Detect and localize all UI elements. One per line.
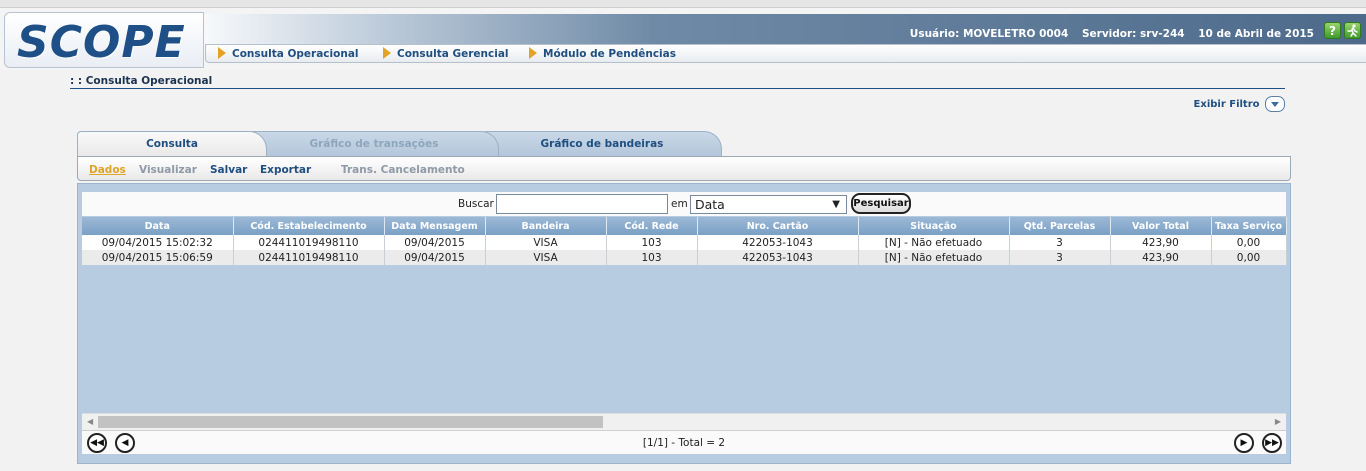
user-label: Usuário: MOVELETRO 0004 — [909, 28, 1069, 40]
dropdown-arrow-icon: ▼ — [832, 199, 840, 210]
column-header-cod-rede[interactable]: Cód. Rede — [606, 217, 698, 235]
column-header-data[interactable]: Data — [82, 217, 234, 235]
table-cell: [N] - Não efetuado — [858, 235, 1010, 250]
subtab-dados[interactable]: Dados — [89, 164, 126, 176]
table-cell: 024411019498110 — [233, 250, 385, 265]
right-arrow-icon: ▶ — [1240, 438, 1248, 448]
menu-label: Consulta Operacional — [232, 48, 359, 60]
scrollbar-thumb[interactable] — [98, 416, 603, 428]
tab-grafico-transacoes: Gráfico de transações — [249, 131, 499, 156]
table-cell: 3 — [1009, 235, 1111, 250]
menu-arrow-icon — [529, 47, 537, 59]
table-cell: 3 — [1009, 250, 1111, 265]
table-header-row: Data Cód. Estabelecimento Data Mensagem … — [82, 217, 1287, 235]
tab-consulta[interactable]: Consulta — [77, 131, 267, 156]
column-header-valor-total[interactable]: Valor Total — [1110, 217, 1212, 235]
table-cell: 103 — [606, 235, 698, 250]
column-header-taxa-servico[interactable]: Taxa Serviço — [1211, 217, 1287, 235]
subtab-salvar[interactable]: Salvar — [210, 164, 247, 176]
search-field-select[interactable]: Data ▼ — [690, 195, 847, 214]
user-info: Usuário: MOVELETRO 0004 Servidor: srv-24… — [900, 28, 1314, 40]
date-label: 10 de Abril de 2015 — [1198, 28, 1314, 40]
menu-arrow-icon — [383, 47, 391, 59]
subtab-trans-cancelamento: Trans. Cancelamento — [341, 164, 465, 176]
table-cell: [N] - Não efetuado — [858, 250, 1010, 265]
menu-label: Módulo de Pendências — [543, 48, 676, 60]
column-header-qtd-parcelas[interactable]: Qtd. Parcelas — [1009, 217, 1111, 235]
next-page-button[interactable]: ▶ — [1234, 433, 1254, 453]
column-header-bandeira[interactable]: Bandeira — [485, 217, 607, 235]
table-cell: VISA — [485, 250, 607, 265]
search-row: Buscar em Data ▼ Pesquisar — [82, 192, 1286, 216]
column-header-cod-estabelecimento[interactable]: Cód. Estabelecimento — [233, 217, 385, 235]
table-cell: VISA — [485, 235, 607, 250]
table-cell: 024411019498110 — [233, 235, 385, 250]
table-cell: 09/04/2015 — [384, 235, 486, 250]
menu-consulta-gerencial[interactable]: Consulta Gerencial — [383, 47, 509, 60]
search-input[interactable] — [496, 194, 668, 214]
search-button[interactable]: Pesquisar — [851, 193, 911, 214]
last-page-button[interactable]: ▶▶ — [1262, 433, 1282, 453]
table-cell: 103 — [606, 250, 698, 265]
subtab-visualizar: Visualizar — [139, 164, 197, 176]
pagination-bar: ◀◀ ◀ [1/1] - Total = 2 ▶ ▶▶ — [82, 430, 1286, 454]
menu-consulta-operacional[interactable]: Consulta Operacional — [218, 47, 359, 60]
table-cell: 0,00 — [1211, 235, 1287, 250]
show-filter-label: Exibir Filtro — [1193, 99, 1260, 110]
table-cell: 422053-1043 — [697, 250, 859, 265]
table-cell: 423,90 — [1110, 235, 1212, 250]
double-right-arrow-icon: ▶▶ — [1265, 438, 1279, 448]
column-header-situacao[interactable]: Situação — [858, 217, 1010, 235]
table-cell: 09/04/2015 — [384, 250, 486, 265]
horizontal-scrollbar[interactable]: ◀ ▶ — [82, 413, 1286, 430]
table-cell: 09/04/2015 15:06:59 — [82, 250, 234, 265]
help-icon[interactable]: ? — [1324, 22, 1341, 39]
chevron-down-icon — [1265, 96, 1285, 112]
search-field-value: Data — [695, 197, 725, 212]
table-cell: 422053-1043 — [697, 235, 859, 250]
tab-grafico-bandeiras[interactable]: Gráfico de bandeiras — [482, 131, 722, 156]
menu-label: Consulta Gerencial — [397, 48, 509, 60]
server-label: Servidor: srv-244 — [1081, 28, 1185, 40]
table-row[interactable]: 09/04/2015 15:02:32 024411019498110 09/0… — [82, 235, 1287, 250]
column-header-nro-cartao[interactable]: Nro. Cartão — [697, 217, 859, 235]
search-field-label: em — [671, 198, 688, 210]
menu-modulo-pendencias[interactable]: Módulo de Pendências — [529, 47, 676, 60]
results-table: Data Cód. Estabelecimento Data Mensagem … — [82, 217, 1287, 265]
app-logo: SCOPE — [17, 17, 186, 68]
show-filter-toggle[interactable]: Exibir Filtro — [1194, 96, 1285, 112]
running-man-icon — [1347, 24, 1358, 37]
breadcrumb: : : Consulta Operacional — [70, 75, 1285, 89]
sub-toolbar: Dados Visualizar Salvar Exportar Trans. … — [77, 156, 1291, 181]
exit-icon[interactable] — [1344, 22, 1361, 39]
logo-container: SCOPE — [4, 12, 204, 68]
pagination-status: [1/1] - Total = 2 — [642, 437, 726, 449]
table-row[interactable]: 09/04/2015 15:06:59 024411019498110 09/0… — [82, 250, 1287, 265]
browser-top-strip — [0, 0, 1366, 8]
table-cell: 09/04/2015 15:02:32 — [82, 235, 234, 250]
column-header-data-mensagem[interactable]: Data Mensagem — [384, 217, 486, 235]
main-menu: Consulta Operacional Consulta Gerencial … — [205, 44, 1366, 63]
scroll-right-icon[interactable]: ▶ — [1275, 417, 1281, 426]
tab-strip: Gráfico de bandeiras Gráfico de transaçõ… — [77, 131, 777, 156]
scroll-left-icon[interactable]: ◀ — [87, 417, 93, 426]
table-cell: 423,90 — [1110, 250, 1212, 265]
menu-arrow-icon — [218, 47, 226, 59]
subtab-exportar[interactable]: Exportar — [260, 164, 311, 176]
search-label: Buscar — [458, 198, 494, 210]
table-cell: 0,00 — [1211, 250, 1287, 265]
